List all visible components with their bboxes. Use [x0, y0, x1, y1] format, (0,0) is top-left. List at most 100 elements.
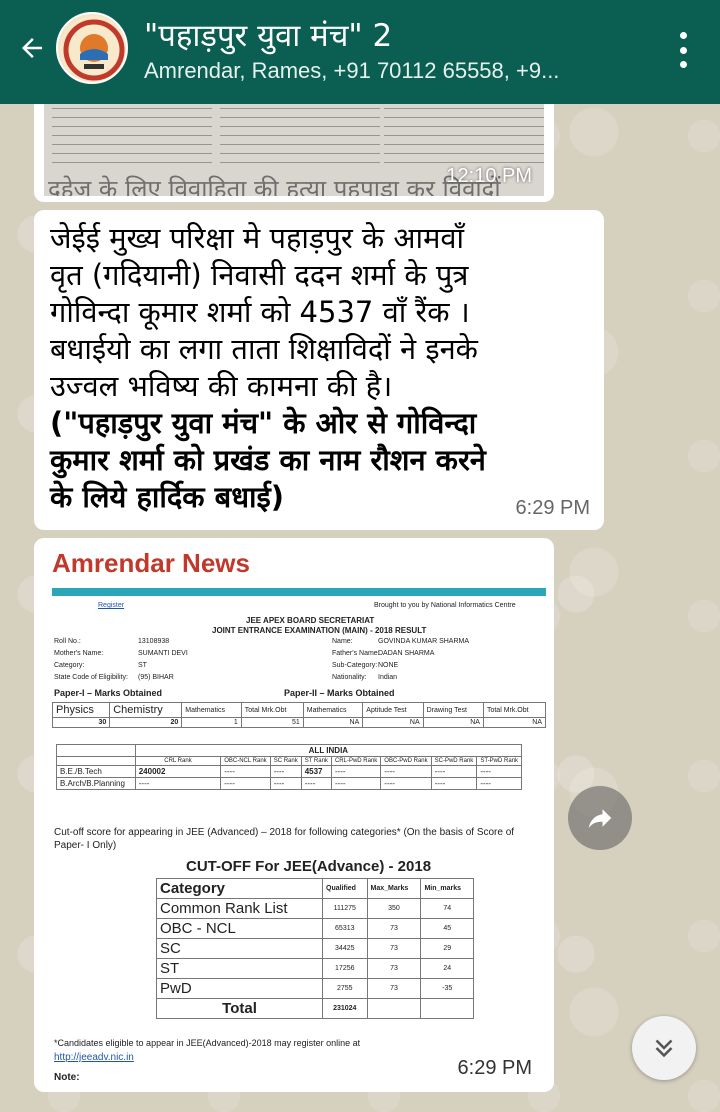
image-message[interactable]: Amrendar News Register Brought to you by… — [34, 538, 554, 1092]
message-line: ("पहाड़पुर युवा मंच" के ओर से गोविन्दा — [50, 406, 477, 440]
message-time: 6:29 PM — [515, 497, 590, 519]
text-message[interactable]: जेईई मुख्य परिक्षा मे पहाड़पुर के आमवाँ … — [34, 210, 604, 530]
table-cell: OBC - NCL — [156, 918, 323, 939]
table-cell — [420, 998, 474, 1019]
message-line: जेईई मुख्य परिक्षा मे पहाड़पुर के आमवाँ — [50, 221, 465, 255]
table-cell: Qualified — [322, 878, 368, 899]
more-options-button[interactable] — [668, 28, 698, 72]
table-cell: 73 — [366, 978, 422, 999]
table-cell: ---- — [330, 777, 382, 790]
marks-table: Physics Chemistry Mathematics Total Mrk.… — [51, 702, 547, 728]
table-cell: ---- — [269, 765, 302, 778]
table-cell — [56, 744, 136, 757]
table-row: CRL Rank OBC-NCL Rank SC Rank ST Rank CR… — [56, 756, 522, 766]
table-cell: SC-PwD Rank — [430, 756, 478, 766]
table-row: ST 17256 73 24 — [156, 958, 474, 979]
table-cell: B.Arch/B.Planning — [56, 777, 136, 790]
table-cell: Physics — [51, 702, 111, 718]
cutoff-title: CUT-OFF For JEE(Advance) - 2018 — [186, 858, 432, 875]
table-cell: CRL Rank — [134, 756, 222, 766]
field-label: State Code of Eligibility: — [54, 674, 128, 681]
table-cell: OBC-PwD Rank — [380, 756, 432, 766]
table-row: 30 20 1 51 NA NA NA NA — [51, 717, 547, 728]
message-line: के लिये हार्दिक बधाई) — [50, 480, 285, 514]
more-vert-icon — [679, 32, 687, 39]
table-cell: 34425 — [322, 938, 368, 959]
table-cell: -35 — [420, 978, 474, 999]
chat-participants[interactable]: Amrendar, Rames, +91 70112 65558, +9... — [144, 58, 559, 84]
table-cell: Common Rank List — [156, 898, 323, 919]
table-cell: ---- — [476, 765, 522, 778]
table-row: B.E./B.Tech 240002 ---- ---- 4537 ---- -… — [56, 765, 522, 778]
table-cell: ---- — [380, 765, 432, 778]
table-cell: 4537 — [300, 765, 332, 778]
table-row: Common Rank List 111275 350 74 — [156, 898, 474, 919]
chat-title[interactable]: "पहाड़पुर युवा मंच" 2 — [144, 14, 392, 56]
table-cell: 74 — [420, 898, 474, 919]
table-cell: Min_marks — [420, 878, 474, 899]
menu-dot — [679, 61, 687, 68]
table-cell: ST — [156, 958, 323, 979]
forward-share-icon — [588, 809, 612, 828]
table-cell: ---- — [380, 777, 432, 790]
table-row: Category Qualified Max_Marks Min_marks — [156, 878, 474, 899]
table-cell: PwD — [156, 978, 323, 999]
table-cell: ---- — [430, 765, 478, 778]
field-label: Category: — [54, 662, 85, 669]
paper2-heading: Paper-II – Marks Obtained — [284, 688, 395, 698]
message-line: उज्वल भविष्य की कामना की है। — [50, 369, 393, 403]
table-cell: 73 — [366, 918, 422, 939]
table-row: ALL INDIA — [56, 744, 523, 757]
image-message[interactable]: दहेज के लिए विवाहिता की हत्या पहपाड़ा कर… — [34, 100, 554, 202]
news-title: Amrendar News — [52, 548, 250, 578]
table-cell: ST Rank — [300, 756, 332, 766]
table-cell: 2755 — [322, 978, 368, 999]
message-line: गोविन्दा कूमार शर्मा को 4537 वाँ रैंक । — [50, 295, 470, 329]
table-row: Physics Chemistry Mathematics Total Mrk.… — [51, 702, 547, 718]
table-cell: 45 — [420, 918, 474, 939]
table-cell: ---- — [300, 777, 332, 790]
field-value: GOVINDA KUMAR SHARMA — [378, 638, 470, 645]
paper1-heading: Paper-I – Marks Obtained — [54, 688, 163, 698]
table-cell: ---- — [220, 777, 271, 790]
table-cell: ST-PwD Rank — [476, 756, 522, 766]
back-button[interactable] — [10, 26, 54, 70]
table-cell: CRL-PwD Rank — [330, 756, 382, 766]
doc-subheading: JOINT ENTRANCE EXAMINATION (MAIN) - 2018… — [212, 626, 427, 635]
table-cell: ALL INDIA — [134, 744, 523, 757]
field-value: ST — [138, 662, 147, 669]
field-label: Father's Name: — [332, 650, 380, 657]
field-label: Nationality: — [332, 674, 367, 681]
doc-right-note: Brought to you by National Informatics C… — [374, 602, 516, 609]
menu-dot — [679, 46, 687, 54]
table-cell: 1 — [181, 717, 242, 728]
table-cell: B.E./B.Tech — [56, 765, 136, 778]
table-row: B.Arch/B.Planning ---- ---- ---- ---- --… — [56, 777, 522, 790]
table-cell: 17256 — [322, 958, 368, 979]
table-cell: Total Mrk.Obt — [482, 702, 547, 718]
newspaper-headline: दहेज के लिए विवाहिता की हत्या पहपाड़ा कर… — [48, 175, 501, 196]
group-avatar-icon[interactable] — [56, 12, 128, 84]
table-cell: Total Mrk.Obt — [240, 702, 304, 718]
table-row: PwD 2755 73 -35 — [156, 978, 474, 999]
jeeadv-link: http://jeeadv.nic.in — [54, 1052, 134, 1063]
message-line: कुमार शर्मा को प्रखंड का नाम रौशन करने — [50, 443, 486, 477]
table-cell — [56, 756, 136, 766]
table-cell: SC — [156, 938, 323, 959]
message-line: बधाईयो का लगा ताता शिक्षाविदों ने इनके — [50, 332, 478, 366]
table-cell: Category — [156, 878, 323, 899]
field-label: Roll No.: — [54, 638, 81, 645]
table-row: SC 34425 73 29 — [156, 938, 474, 959]
field-value: SUMANTI DEVI — [138, 650, 188, 657]
table-cell: ---- — [269, 777, 302, 790]
forward-button[interactable] — [568, 786, 632, 850]
cutoff-note: Cut-off score for appearing in JEE (Adva… — [54, 827, 515, 851]
doc-heading: JEE APEX BOARD SECRETARIAT — [246, 616, 375, 625]
scroll-to-bottom-button[interactable] — [632, 1016, 696, 1080]
table-cell: OBC-NCL Rank — [220, 756, 271, 766]
result-document-image: Register Brought to you by National Info… — [51, 588, 547, 1088]
candidates-note: *Candidates eligible to appear in JEE(Ad… — [54, 1038, 361, 1048]
table-cell — [366, 998, 422, 1019]
message-line: वृत (गदियानी) निवासी ददन शर्मा के पुत्र — [50, 258, 469, 292]
table-cell: 29 — [420, 938, 474, 959]
